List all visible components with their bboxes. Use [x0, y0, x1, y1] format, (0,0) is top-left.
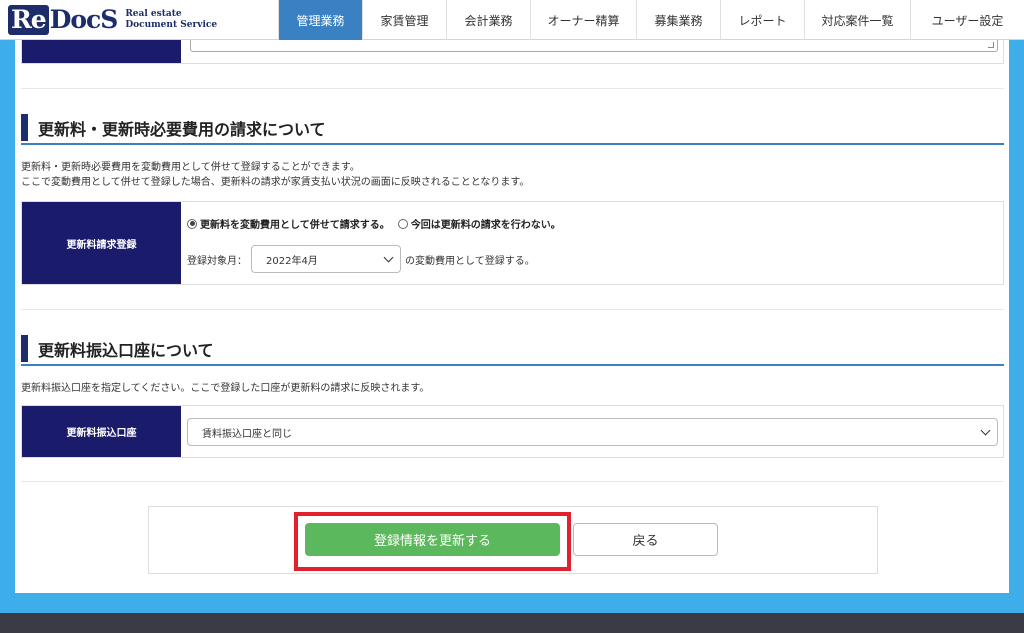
desc-line-1: 更新料・更新時必要費用を変動費用として併せて登録することができます。: [21, 162, 360, 173]
desc-line-2: ここで変動費用として併せて登録した場合、更新料の請求が家賃支払い状況の画面に反映…: [21, 177, 530, 188]
nav-user-settings[interactable]: ユーザー設定: [910, 0, 1024, 40]
logo-docs: DocS: [49, 5, 119, 34]
section-title: 更新料振込口座について: [38, 340, 214, 360]
radio-combine[interactable]: [187, 218, 197, 229]
account-select[interactable]: 賃料振込口座と同じ: [187, 418, 998, 446]
footer-bar: [0, 613, 1024, 633]
row-body: 更新料を変動費用として併せて請求する。 今回は更新料の請求を行わない。 登録対象…: [181, 202, 1003, 284]
request-option-group: 更新料を変動費用として併せて請求する。 今回は更新料の請求を行わない。: [187, 216, 561, 231]
logo[interactable]: Re DocS Real estate Document Service: [0, 0, 278, 40]
target-month-line: 登録対象月： 2022年4月 の変動費用として登録する。: [187, 245, 535, 273]
account-value: 賃料振込口座と同じ: [202, 428, 292, 440]
logo-mark: Re DocS: [8, 5, 119, 35]
main-panel: 更新料・更新時必要費用の請求について 更新料・更新時必要費用を変動費用として併せ…: [15, 0, 1009, 593]
nav-accounting[interactable]: 会計業務: [446, 0, 530, 40]
divider: [21, 88, 1004, 89]
textarea-resize-grip[interactable]: [988, 42, 994, 48]
main-nav: 管理業務 家賃管理 会計業務 オーナー精算 募集業務 レポート 対応案件一覧 ユ…: [278, 0, 1024, 40]
nav-owner-settlement[interactable]: オーナー精算: [530, 0, 636, 40]
target-month-suffix: の変動費用として登録する。: [405, 255, 535, 267]
target-month-select[interactable]: 2022年4月: [251, 245, 401, 273]
nav-rent-management[interactable]: 家賃管理: [362, 0, 446, 40]
nav-recruitment[interactable]: 募集業務: [636, 0, 720, 40]
section-header-account: 更新料振込口座について: [21, 333, 1004, 366]
row-label: 更新料振込口座: [22, 406, 181, 457]
renewal-fee-request-row: 更新料請求登録 更新料を変動費用として併せて請求する。 今回は更新料の請求を行わ…: [21, 201, 1004, 285]
highlight-frame: [294, 512, 571, 571]
nav-report[interactable]: レポート: [720, 0, 804, 40]
radio-no-request-label[interactable]: 今回は更新料の請求を行わない。: [411, 216, 561, 231]
logo-tagline: Real estate Document Service: [125, 9, 217, 31]
nav-cases[interactable]: 対応案件一覧: [804, 0, 910, 40]
section-accent-bar: [21, 335, 28, 362]
back-button[interactable]: 戻る: [573, 523, 718, 556]
radio-no-request[interactable]: [397, 218, 408, 229]
target-month-value: 2022年4月: [266, 255, 318, 267]
renewal-fee-description: 更新料・更新時必要費用を変動費用として併せて登録することができます。 ここで変動…: [21, 160, 529, 190]
logo-tagline-2: Document Service: [125, 20, 218, 30]
divider: [21, 481, 1004, 482]
top-header: Re DocS Real estate Document Service 管理業…: [0, 0, 1024, 40]
section-accent-bar: [21, 114, 28, 141]
account-row: 更新料振込口座 賃料振込口座と同じ: [21, 405, 1004, 458]
target-month-label: 登録対象月：: [187, 255, 247, 267]
account-description: 更新料振込口座を指定してください。ここで登録した口座が更新料の請求に反映されます…: [21, 383, 430, 394]
divider: [21, 309, 1004, 310]
nav-management[interactable]: 管理業務: [278, 0, 362, 40]
logo-re: Re: [8, 5, 49, 35]
chevron-down-icon: [980, 425, 991, 435]
section-header-renewal-fee: 更新料・更新時必要費用の請求について: [21, 112, 1004, 145]
logo-tagline-1: Real estate: [125, 9, 182, 19]
radio-combine-label[interactable]: 更新料を変動費用として併せて請求する。: [200, 216, 390, 231]
row-body: 賃料振込口座と同じ: [181, 406, 1003, 457]
chevron-down-icon: [383, 252, 394, 262]
row-label: 更新料請求登録: [22, 202, 181, 284]
section-title: 更新料・更新時必要費用の請求について: [38, 119, 326, 139]
